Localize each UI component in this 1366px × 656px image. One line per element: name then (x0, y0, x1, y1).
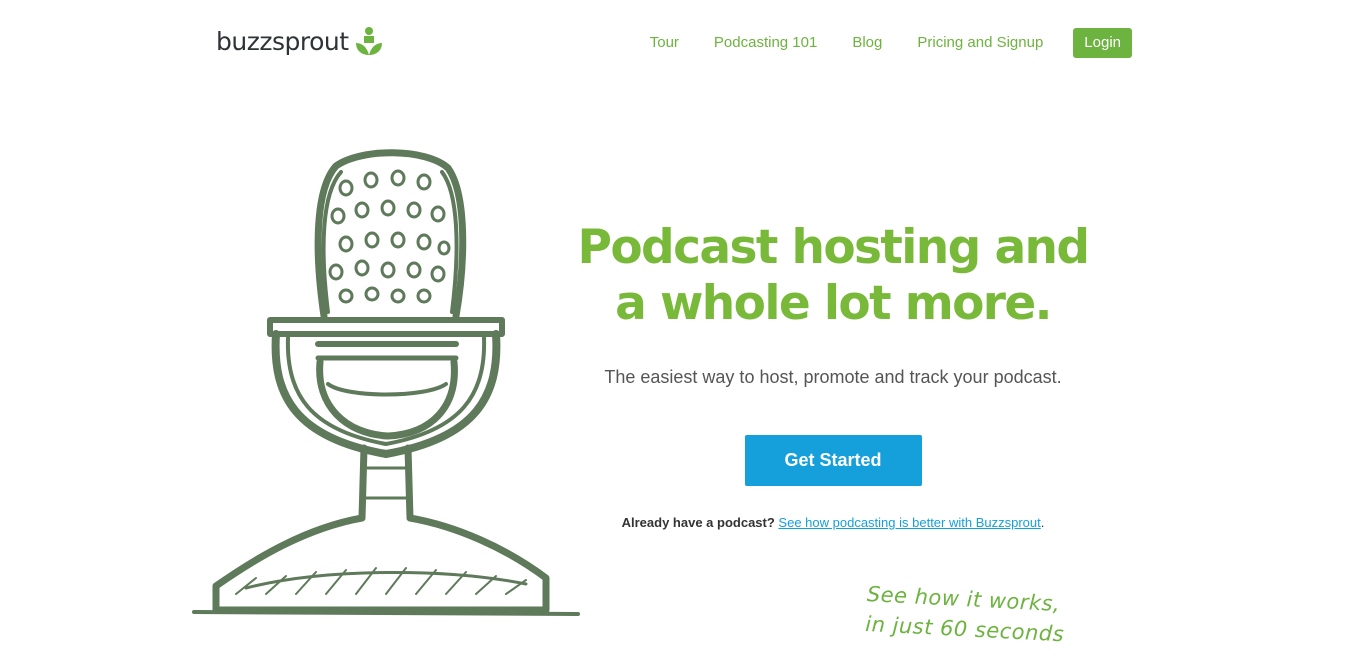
nav-podcasting-101[interactable]: Podcasting 101 (714, 28, 817, 58)
hero-section: Podcast hosting and a whole lot more. Th… (560, 220, 1106, 530)
already-prefix: Already have a podcast? (621, 515, 775, 530)
video-handwritten-note[interactable]: See how it works, in just 60 seconds (865, 579, 1098, 651)
already-suffix: . (1040, 515, 1045, 530)
login-button[interactable]: Login (1073, 28, 1132, 58)
nav-tour[interactable]: Tour (650, 28, 679, 58)
already-podcast-text: Already have a podcast? See how podcasti… (560, 515, 1106, 530)
logo-link[interactable]: buzzsprout (216, 26, 383, 56)
microphone-sketch-illustration (186, 148, 586, 624)
podcasting-better-link[interactable]: See how podcasting is better with Buzzsp… (778, 515, 1040, 530)
page: buzzsprout Tour Podcasting 101 Blog Pric… (0, 0, 1366, 656)
get-started-button[interactable]: Get Started (744, 435, 922, 486)
logo-text: buzzsprout (216, 26, 349, 56)
headline-line-2: a whole lot more. (615, 276, 1052, 331)
site-header: buzzsprout Tour Podcasting 101 Blog Pric… (0, 0, 1366, 88)
nav-pricing-signup[interactable]: Pricing and Signup (917, 28, 1043, 58)
hero-headline: Podcast hosting and a whole lot more. (560, 220, 1106, 332)
nav-blog[interactable]: Blog (852, 28, 882, 58)
headline-line-1: Podcast hosting and (577, 220, 1091, 275)
main-nav: Tour Podcasting 101 Blog Pricing and Sig… (650, 28, 1132, 58)
hero-subline: The easiest way to host, promote and tra… (604, 367, 1062, 387)
handnote-line-2: in just 60 seconds (864, 611, 1065, 647)
sprout-person-icon (355, 26, 383, 56)
